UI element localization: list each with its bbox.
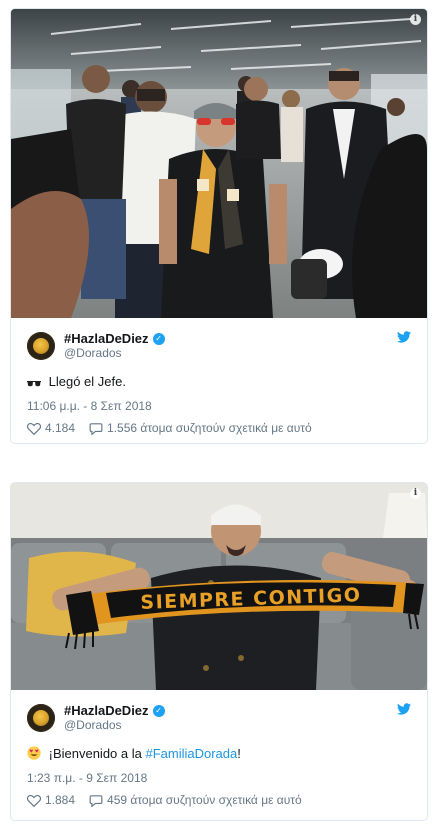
display-name-text: #HazlaDeDiez xyxy=(64,331,149,346)
like-count[interactable]: 1.884 xyxy=(45,793,75,807)
info-icon[interactable]: i xyxy=(410,14,421,25)
twitter-bird-icon[interactable] xyxy=(397,331,411,343)
profile-avatar[interactable] xyxy=(27,704,55,732)
tweet-text: Llegó el Jefe. xyxy=(27,373,411,393)
discussion-count[interactable]: 459 άτομα συζητούν σχετικά με αυτό xyxy=(107,793,302,807)
tweet-photo-2[interactable]: SIEMPRE CONTIGO i xyxy=(11,483,427,690)
tweet-text-end: ! xyxy=(237,746,241,761)
discussion-count[interactable]: 1.556 άτομα συζητούν σχετικά με αυτό xyxy=(107,421,312,435)
tweet-text: ¡Bienvenido a la #FamiliaDorada! xyxy=(27,745,411,765)
tweet-text-content: Llegó el Jefe. xyxy=(48,374,126,389)
user-handle[interactable]: @Dorados xyxy=(64,346,165,361)
hashtag-link[interactable]: #FamiliaDorada xyxy=(145,746,237,761)
scarf-photo: SIEMPRE CONTIGO xyxy=(11,483,427,690)
display-name-text: #HazlaDeDiez xyxy=(64,703,149,718)
tweet-timestamp[interactable]: 1:23 π.μ. - 9 Σεπ 2018 xyxy=(27,771,411,785)
heart-eyes-emoji-icon xyxy=(27,746,41,765)
info-icon[interactable]: i xyxy=(410,488,421,499)
airport-arrival-photo xyxy=(11,9,427,318)
user-handle[interactable]: @Dorados xyxy=(64,718,165,733)
tweet-timestamp[interactable]: 11:06 μ.μ. - 8 Σεπ 2018 xyxy=(27,399,411,413)
reply-bubble-icon[interactable] xyxy=(89,422,103,435)
tweet-photo-1[interactable]: i xyxy=(11,9,427,318)
display-name[interactable]: #HazlaDeDiez ✓ xyxy=(64,703,165,718)
verified-badge-icon: ✓ xyxy=(152,332,165,345)
like-count[interactable]: 4.184 xyxy=(45,421,75,435)
twitter-bird-icon[interactable] xyxy=(397,703,411,715)
tweet-text-content: ¡Bienvenido a la xyxy=(48,746,146,761)
sunglasses-emoji-icon xyxy=(27,375,41,393)
display-name[interactable]: #HazlaDeDiez ✓ xyxy=(64,331,165,346)
reply-bubble-icon[interactable] xyxy=(89,794,103,807)
like-heart-icon[interactable] xyxy=(27,422,41,435)
tweet-card-1[interactable]: i #HazlaDeDiez ✓ @Dorados Llegó el Jefe.… xyxy=(10,8,428,444)
profile-avatar[interactable] xyxy=(27,332,55,360)
verified-badge-icon: ✓ xyxy=(152,704,165,717)
tweet-card-2[interactable]: SIEMPRE CONTIGO i #HazlaDeDiez ✓ @Dorado… xyxy=(10,482,428,821)
like-heart-icon[interactable] xyxy=(27,794,41,807)
